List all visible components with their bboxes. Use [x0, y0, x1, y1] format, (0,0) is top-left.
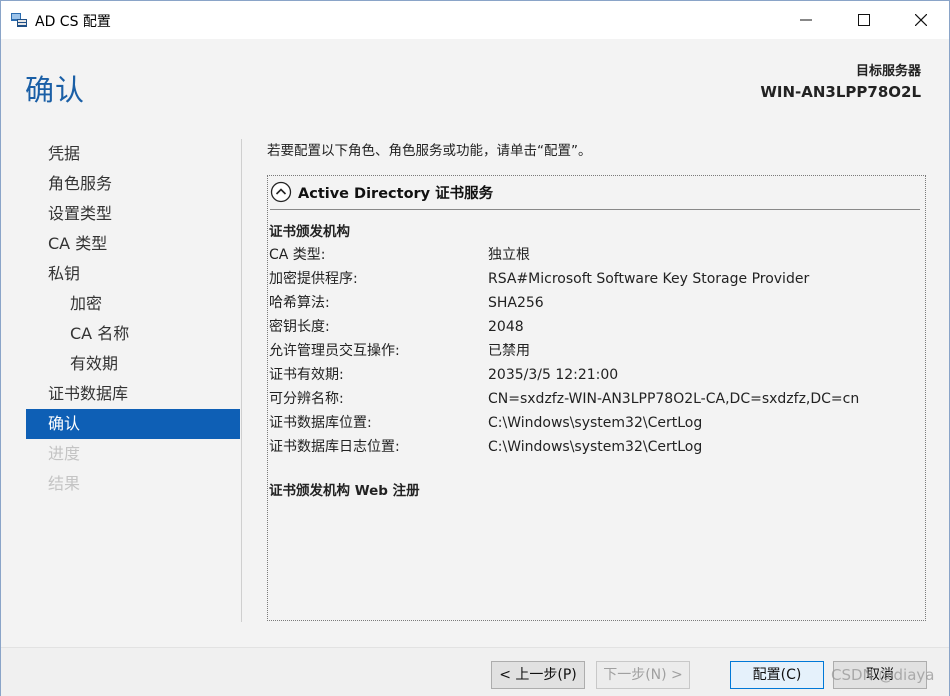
detail-key: 可分辨名称:	[269, 391, 344, 407]
window-title: AD CS 配置	[35, 14, 111, 30]
section-header[interactable]: Active Directory 证书服务	[270, 179, 493, 205]
detail-key: 证书数据库位置:	[269, 415, 372, 431]
nav-item-private-key[interactable]: 私钥	[26, 259, 240, 289]
close-icon	[915, 14, 927, 26]
nav-item-progress: 进度	[48, 444, 81, 463]
detail-row: 允许管理员交互操作: 已禁用	[269, 339, 919, 363]
detail-row: 加密提供程序: RSA#Microsoft Software Key Stora…	[269, 267, 919, 291]
detail-value: 已禁用	[488, 343, 530, 359]
detail-value: 独立根	[488, 247, 530, 263]
detail-value: RSA#Microsoft Software Key Storage Provi…	[488, 271, 810, 287]
nav-item-role-services[interactable]: 角色服务	[26, 169, 240, 199]
title-bar: AD CS 配置	[1, 1, 949, 39]
nav-item-cryptography[interactable]: 加密	[26, 289, 240, 319]
group-title-ca: 证书颁发机构	[269, 224, 350, 240]
intro-text: 若要配置以下角色、角色服务或功能，请单击“配置”。	[267, 143, 592, 159]
target-server-label: 目标服务器	[855, 64, 921, 79]
next-button: 下一步(N) >	[596, 661, 690, 689]
nav-item-setup-type[interactable]: 设置类型	[26, 199, 240, 229]
target-server-name: WIN-AN3LPP78O2L	[760, 83, 921, 101]
detail-row: 证书数据库位置: C:\Windows\system32\CertLog	[269, 411, 919, 435]
nav-item-ca-type[interactable]: CA 类型	[26, 229, 240, 259]
nav-item-ca-name[interactable]: CA 名称	[26, 319, 240, 349]
detail-key: CA 类型:	[269, 247, 326, 263]
back-button[interactable]: < 上一步(P)	[491, 661, 585, 689]
nav-item-validity-period[interactable]: 有效期	[26, 349, 240, 379]
minimize-icon	[800, 19, 812, 21]
detail-value: 2035/3/5 12:21:00	[488, 367, 619, 383]
details-list: CA 类型: 独立根 加密提供程序: RSA#Microsoft Softwar…	[269, 243, 919, 459]
detail-row: 证书数据库日志位置: C:\Windows\system32\CertLog	[269, 435, 919, 459]
detail-key: 哈希算法:	[269, 295, 330, 311]
nav-divider	[241, 139, 242, 622]
nav-item-certificate-database[interactable]: 证书数据库	[26, 379, 240, 409]
detail-value: C:\Windows\system32\CertLog	[488, 415, 703, 431]
maximize-icon	[858, 14, 870, 26]
detail-value: C:\Windows\system32\CertLog	[488, 439, 703, 455]
confirmation-details-box[interactable]: Active Directory 证书服务 证书颁发机构 CA 类型: 独立根 …	[267, 175, 926, 621]
page-title: 确认	[25, 73, 86, 107]
detail-value: SHA256	[488, 295, 544, 311]
nav-item-confirmation[interactable]: 确认	[26, 409, 240, 439]
wizard-steps-nav: 凭据 角色服务 设置类型 CA 类型 私钥 加密 CA 名称 有效期 证书数据库…	[26, 139, 240, 499]
maximize-button[interactable]	[835, 1, 893, 39]
detail-key: 加密提供程序:	[269, 271, 358, 287]
minimize-button[interactable]	[777, 1, 835, 39]
detail-key: 证书有效期:	[269, 367, 344, 383]
detail-row: 证书有效期: 2035/3/5 12:21:00	[269, 363, 919, 387]
configure-button[interactable]: 配置(C)	[730, 661, 824, 689]
ad-cs-config-window: AD CS 配置 确认 目标服务器 WIN-AN3LPP78O2L 凭据 角色服…	[0, 0, 950, 696]
detail-key: 允许管理员交互操作:	[269, 343, 400, 359]
detail-value: 2048	[488, 319, 524, 335]
watermark-text: CSDN @diaya	[831, 666, 935, 684]
section-divider	[270, 209, 920, 210]
detail-key: 密钥长度:	[269, 319, 330, 335]
detail-row: 可分辨名称: CN=sxdzfz-WIN-AN3LPP78O2L-CA,DC=s…	[269, 387, 919, 411]
detail-key: 证书数据库日志位置:	[269, 439, 400, 455]
detail-row: 密钥长度: 2048	[269, 315, 919, 339]
detail-value: CN=sxdzfz-WIN-AN3LPP78O2L-CA,DC=sxdzfz,D…	[488, 391, 860, 407]
group-title-web-enrollment: 证书颁发机构 Web 注册	[269, 483, 420, 499]
collapse-chevron-icon[interactable]	[270, 181, 292, 203]
nav-item-results: 结果	[48, 474, 81, 493]
close-button[interactable]	[892, 1, 950, 39]
server-manager-icon	[10, 11, 28, 29]
detail-row: 哈希算法: SHA256	[269, 291, 919, 315]
footer-bar: < 上一步(P) 下一步(N) > 配置(C) 取消	[1, 647, 949, 696]
section-title: Active Directory 证书服务	[298, 185, 494, 202]
detail-row: CA 类型: 独立根	[269, 243, 919, 267]
nav-item-credentials[interactable]: 凭据	[26, 139, 240, 169]
